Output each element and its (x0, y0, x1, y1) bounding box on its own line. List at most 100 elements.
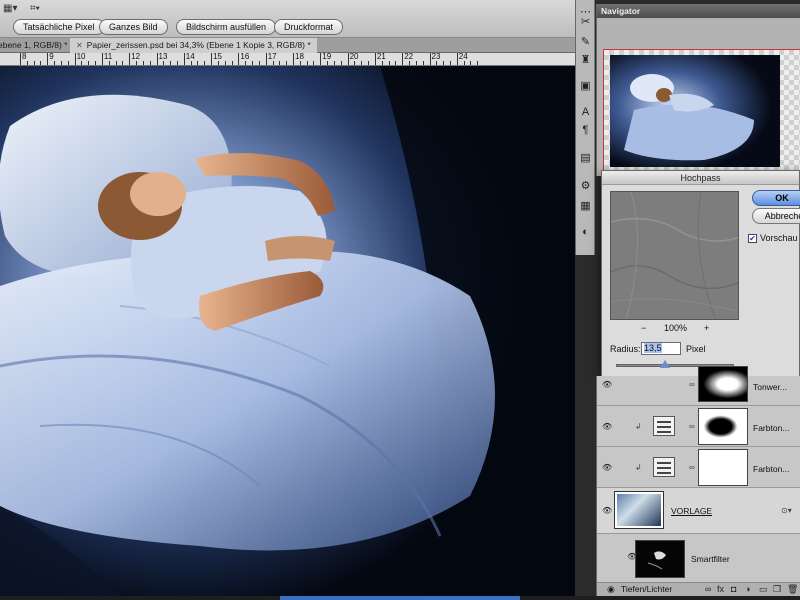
print-size-button[interactable]: Druckformat (274, 19, 344, 35)
ruler-tick (67, 61, 69, 65)
layers-footer: ◉ Tiefen/Lichter ∞ fx ◘ ◑ ▭ ❐ 🗑 (597, 582, 800, 596)
trash-icon[interactable]: 🗑 (787, 584, 798, 595)
cancel-button[interactable]: Abbrechen (752, 208, 800, 224)
chain-link-icon[interactable]: ∞ (689, 422, 695, 431)
mask-thumbnail[interactable] (698, 366, 748, 402)
ruler-tick (183, 53, 185, 65)
scrollbar-thumb[interactable] (280, 596, 520, 600)
new-layer-icon[interactable]: ❐ (773, 584, 781, 595)
ruler-tick (54, 61, 56, 65)
tab-document-active[interactable]: ✕ Papier_zerissen.psd bei 34,3% (Ebene 1 … (70, 38, 317, 53)
dialog-title[interactable]: Hochpass (602, 171, 799, 185)
navigator-header[interactable]: Navigator (597, 4, 800, 18)
ruler-tick (129, 53, 131, 65)
close-icon[interactable]: ✕ (76, 41, 83, 50)
ruler-label: 24 (458, 53, 468, 61)
adjustment-layer-icon[interactable] (653, 416, 675, 436)
smartfilter-mask-thumbnail[interactable] (635, 540, 685, 578)
layer-row[interactable]: 👁 ↲ ∞ Farbton... (597, 406, 800, 447)
ruler-label: 10 (76, 53, 86, 61)
paragraph-icon[interactable]: ¶ (577, 122, 594, 139)
history-icon[interactable]: ▣ (577, 78, 594, 95)
ok-button[interactable]: OK (752, 190, 800, 206)
radius-input[interactable]: 13,5 (641, 342, 681, 355)
layer-row[interactable]: 👁 ∞ Tonwer... (597, 366, 800, 406)
ruler-tick (402, 53, 404, 65)
ruler-tick (156, 53, 158, 65)
ruler-tick (429, 53, 431, 65)
layer-row[interactable]: 👁 VORLAGE ⊙▾ (597, 488, 800, 534)
ruler-tick (422, 61, 424, 65)
ruler-tick (415, 61, 417, 65)
eye-icon[interactable]: 👁 (602, 422, 612, 431)
fx-icon[interactable]: fx (717, 584, 724, 594)
info-icon[interactable]: ▦ (577, 198, 594, 215)
mask-icon[interactable]: ◘ (731, 584, 736, 594)
adjustment-layer-icon[interactable]: ◑ (745, 584, 750, 594)
chain-link-icon[interactable]: ∞ (705, 584, 711, 594)
fill-screen-button[interactable]: Bildschirm ausfüllen (176, 19, 277, 35)
character-icon[interactable]: A (577, 104, 594, 121)
eye-icon[interactable]: ◉ (607, 584, 615, 595)
layer-thumbnail[interactable] (614, 491, 664, 529)
folder-icon[interactable]: ▭ (759, 584, 768, 595)
horizontal-ruler: 8 9 10 11 12 13 14 15 16 17 18 19 20 21 22 23 24 (0, 53, 575, 66)
eye-icon[interactable]: 👁 (602, 506, 612, 515)
fit-screen-button[interactable]: Ganzes Bild (99, 19, 168, 35)
zoom-in-button[interactable]: + (704, 323, 709, 333)
chain-link-icon[interactable]: ∞ (689, 463, 695, 472)
ruler-tick (60, 61, 62, 65)
eye-icon[interactable]: 👁 (602, 380, 612, 389)
high-pass-dialog: Hochpass OK Abbrechen ✔ Vorschau − 100% … (601, 170, 800, 378)
mask-thumbnail[interactable] (698, 449, 748, 486)
ruler-tick (449, 61, 451, 65)
ruler-tick (176, 61, 178, 65)
ruler-tick (286, 61, 288, 65)
zoom-out-button[interactable]: − (641, 323, 646, 333)
photoshop-window: ▦▾ ⌗▾ Tatsächliche Pixel Ganzes Bild Bil… (0, 0, 800, 600)
layer-name: Smartfilter (691, 554, 730, 564)
ruler-tick (20, 53, 21, 65)
actions-icon[interactable]: ⚙ (577, 178, 594, 195)
ruler-tick (95, 61, 96, 65)
tab-document-1[interactable]: ebene 1, RGB/8) * (0, 38, 73, 53)
zoom-mode-icon[interactable]: ⌗▾ (30, 3, 40, 15)
ruler-tick (293, 53, 294, 65)
ruler-tick (211, 53, 213, 65)
layer-row[interactable]: 👁 ↲ ∞ Farbton... (597, 447, 800, 488)
ruler-tick (354, 61, 356, 65)
radius-unit: Pixel (686, 344, 706, 354)
histogram-icon[interactable]: ▤ (577, 150, 594, 167)
ruler-label: 9 (49, 53, 54, 61)
stamp-icon[interactable]: ♜ (577, 52, 594, 69)
eye-icon[interactable]: 👁 (602, 463, 612, 472)
color-icon[interactable]: ◐ (577, 224, 594, 241)
ruler-tick (368, 61, 369, 65)
filter-preview[interactable] (610, 191, 739, 320)
preview-checkbox[interactable]: ✔ (748, 234, 757, 243)
ruler-tick (347, 53, 349, 65)
adjustment-layer-icon[interactable] (653, 457, 675, 477)
ruler-label: 23 (431, 53, 441, 61)
document-canvas[interactable] (0, 66, 575, 596)
ruler-tick (115, 61, 117, 65)
mask-thumbnail[interactable] (698, 408, 748, 445)
layer-row[interactable]: 👁 Smartfilter (597, 534, 800, 582)
chain-link-icon[interactable]: ∞ (689, 380, 695, 389)
layer-name: VORLAGE (671, 506, 713, 516)
layer-name: Farbton... (753, 423, 790, 433)
ruler-tick (265, 53, 267, 65)
ruler-label: 19 (322, 53, 332, 61)
ruler-tick (320, 53, 322, 65)
tab-label: ebene 1, RGB/8) * (0, 40, 68, 50)
actual-pixels-button[interactable]: Tatsächliche Pixel (13, 19, 105, 35)
tools-icon[interactable]: ✂ (577, 14, 594, 31)
radius-slider-thumb[interactable] (660, 360, 670, 368)
ruler-tick (101, 53, 103, 65)
radius-value: 13,5 (644, 343, 662, 353)
ruler-tick (40, 61, 42, 65)
tool-preset-icon[interactable]: ▦▾ (3, 3, 17, 15)
brush-icon[interactable]: ✎ (577, 34, 594, 51)
ruler-tick (26, 61, 28, 65)
navigator-thumbnail[interactable] (603, 49, 800, 171)
